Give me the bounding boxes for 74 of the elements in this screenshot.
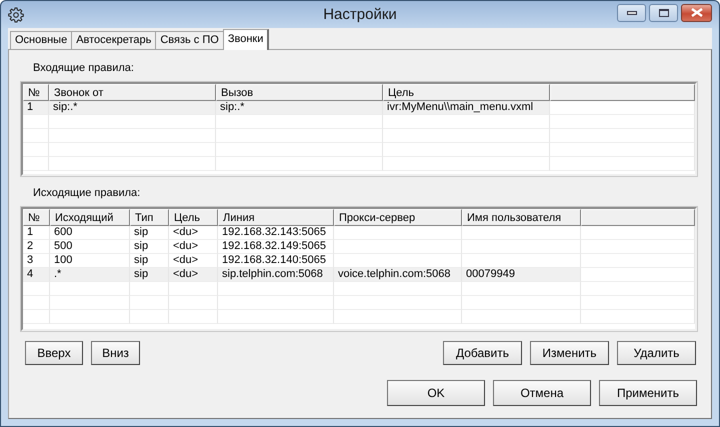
maximize-button[interactable] [649,4,678,22]
table-cell: 192.168.32.140:5065 [222,254,326,266]
table-cell: 192.168.32.149:5065 [222,240,326,252]
table-cell: 600 [54,226,72,238]
close-button[interactable] [681,4,712,22]
gear-icon [8,6,24,22]
table-cell: sip [134,240,148,252]
minimize-icon [626,10,636,14]
maximize-icon [658,8,668,16]
move-button[interactable]: Вверх [25,341,83,365]
empty-cell [23,115,49,129]
section-label: Исходящие правила: [33,187,142,201]
table-cell: 1 [27,101,34,113]
window-title: Настройки [323,6,397,23]
table-cell: voice.telphin.com:5068 [338,268,451,280]
empty-cell [130,282,169,296]
close-icon [690,8,702,17]
table-cell: sip:.* [220,101,244,113]
rule-button[interactable]: Изменить [530,341,609,365]
move-button[interactable]: Вниз [91,341,140,365]
empty-cell [169,310,218,324]
column-header[interactable]: № [23,209,50,226]
table-cell: 4 [27,268,34,280]
empty-cell [23,296,50,310]
table-cell: sip [134,268,148,280]
dialog-button[interactable]: OK [387,380,485,406]
table-row[interactable]: 1 600 sip <du> 192.168.32.143:5065 [23,226,695,240]
table-cell: ivr:MyMenu\\main_menu.vxml [387,101,534,113]
table-cell: <du> [173,226,198,238]
empty-cell [23,282,50,296]
tab[interactable]: Основные [10,31,72,49]
section-label: Входящие правила: [33,62,135,76]
table-row[interactable]: 4 .* sip <du> sip.telphin.com:5068 voice.telphin.com:5068 00079949 [23,268,695,282]
column-header[interactable]: Цель [169,209,218,226]
dialog-button[interactable]: Применить [599,380,697,406]
table-cell: 1 [27,226,34,238]
column-header[interactable]: Исходящий [50,209,130,226]
table-row[interactable]: 1 sip:.* sip:.* ivr:MyMenu\\main_menu.vxml [23,101,695,115]
column-header[interactable]: Звонок от [49,84,216,101]
table-cell: 500 [54,240,72,252]
table-cell: <du> [173,240,198,252]
table-cell: 100 [54,254,72,266]
column-header[interactable]: Цель [383,84,550,101]
table-cell: sip [134,254,148,266]
column-header[interactable]: Линия [218,209,334,226]
column-header[interactable]: Вызов [216,84,383,101]
column-header[interactable]: № [23,84,49,101]
rule-button[interactable]: Удалить [617,341,696,365]
rule-button[interactable]: Добавить [443,341,522,365]
empty-cell [23,157,49,171]
empty-cell [169,282,218,296]
dialog-button[interactable]: Отмена [493,380,591,406]
tab[interactable]: Звонки [222,29,270,50]
table-cell: <du> [173,268,198,280]
table-cell: sip.telphin.com:5068 [222,268,323,280]
table-cell: 00079949 [466,268,515,280]
table-cell: 2 [27,240,34,252]
table-cell: sip [134,226,148,238]
empty-cell [169,296,218,310]
empty-cell [23,129,49,143]
table-cell: sip:.* [53,101,78,113]
column-header[interactable]: Тип [130,209,169,226]
empty-cell [130,310,169,324]
minimize-button[interactable] [617,4,646,22]
empty-cell [23,310,50,324]
table-cell: 3 [27,254,34,266]
empty-cell [23,143,49,157]
table-cell: .* [54,268,62,280]
table-row[interactable]: 2 500 sip <du> 192.168.32.149:5065 [23,240,695,254]
column-header[interactable]: Имя пользователя [462,209,581,226]
empty-cell [130,296,169,310]
column-header[interactable]: Прокси-сервер [334,209,462,226]
table-cell: <du> [173,254,198,266]
table-cell: 192.168.32.143:5065 [222,226,326,238]
